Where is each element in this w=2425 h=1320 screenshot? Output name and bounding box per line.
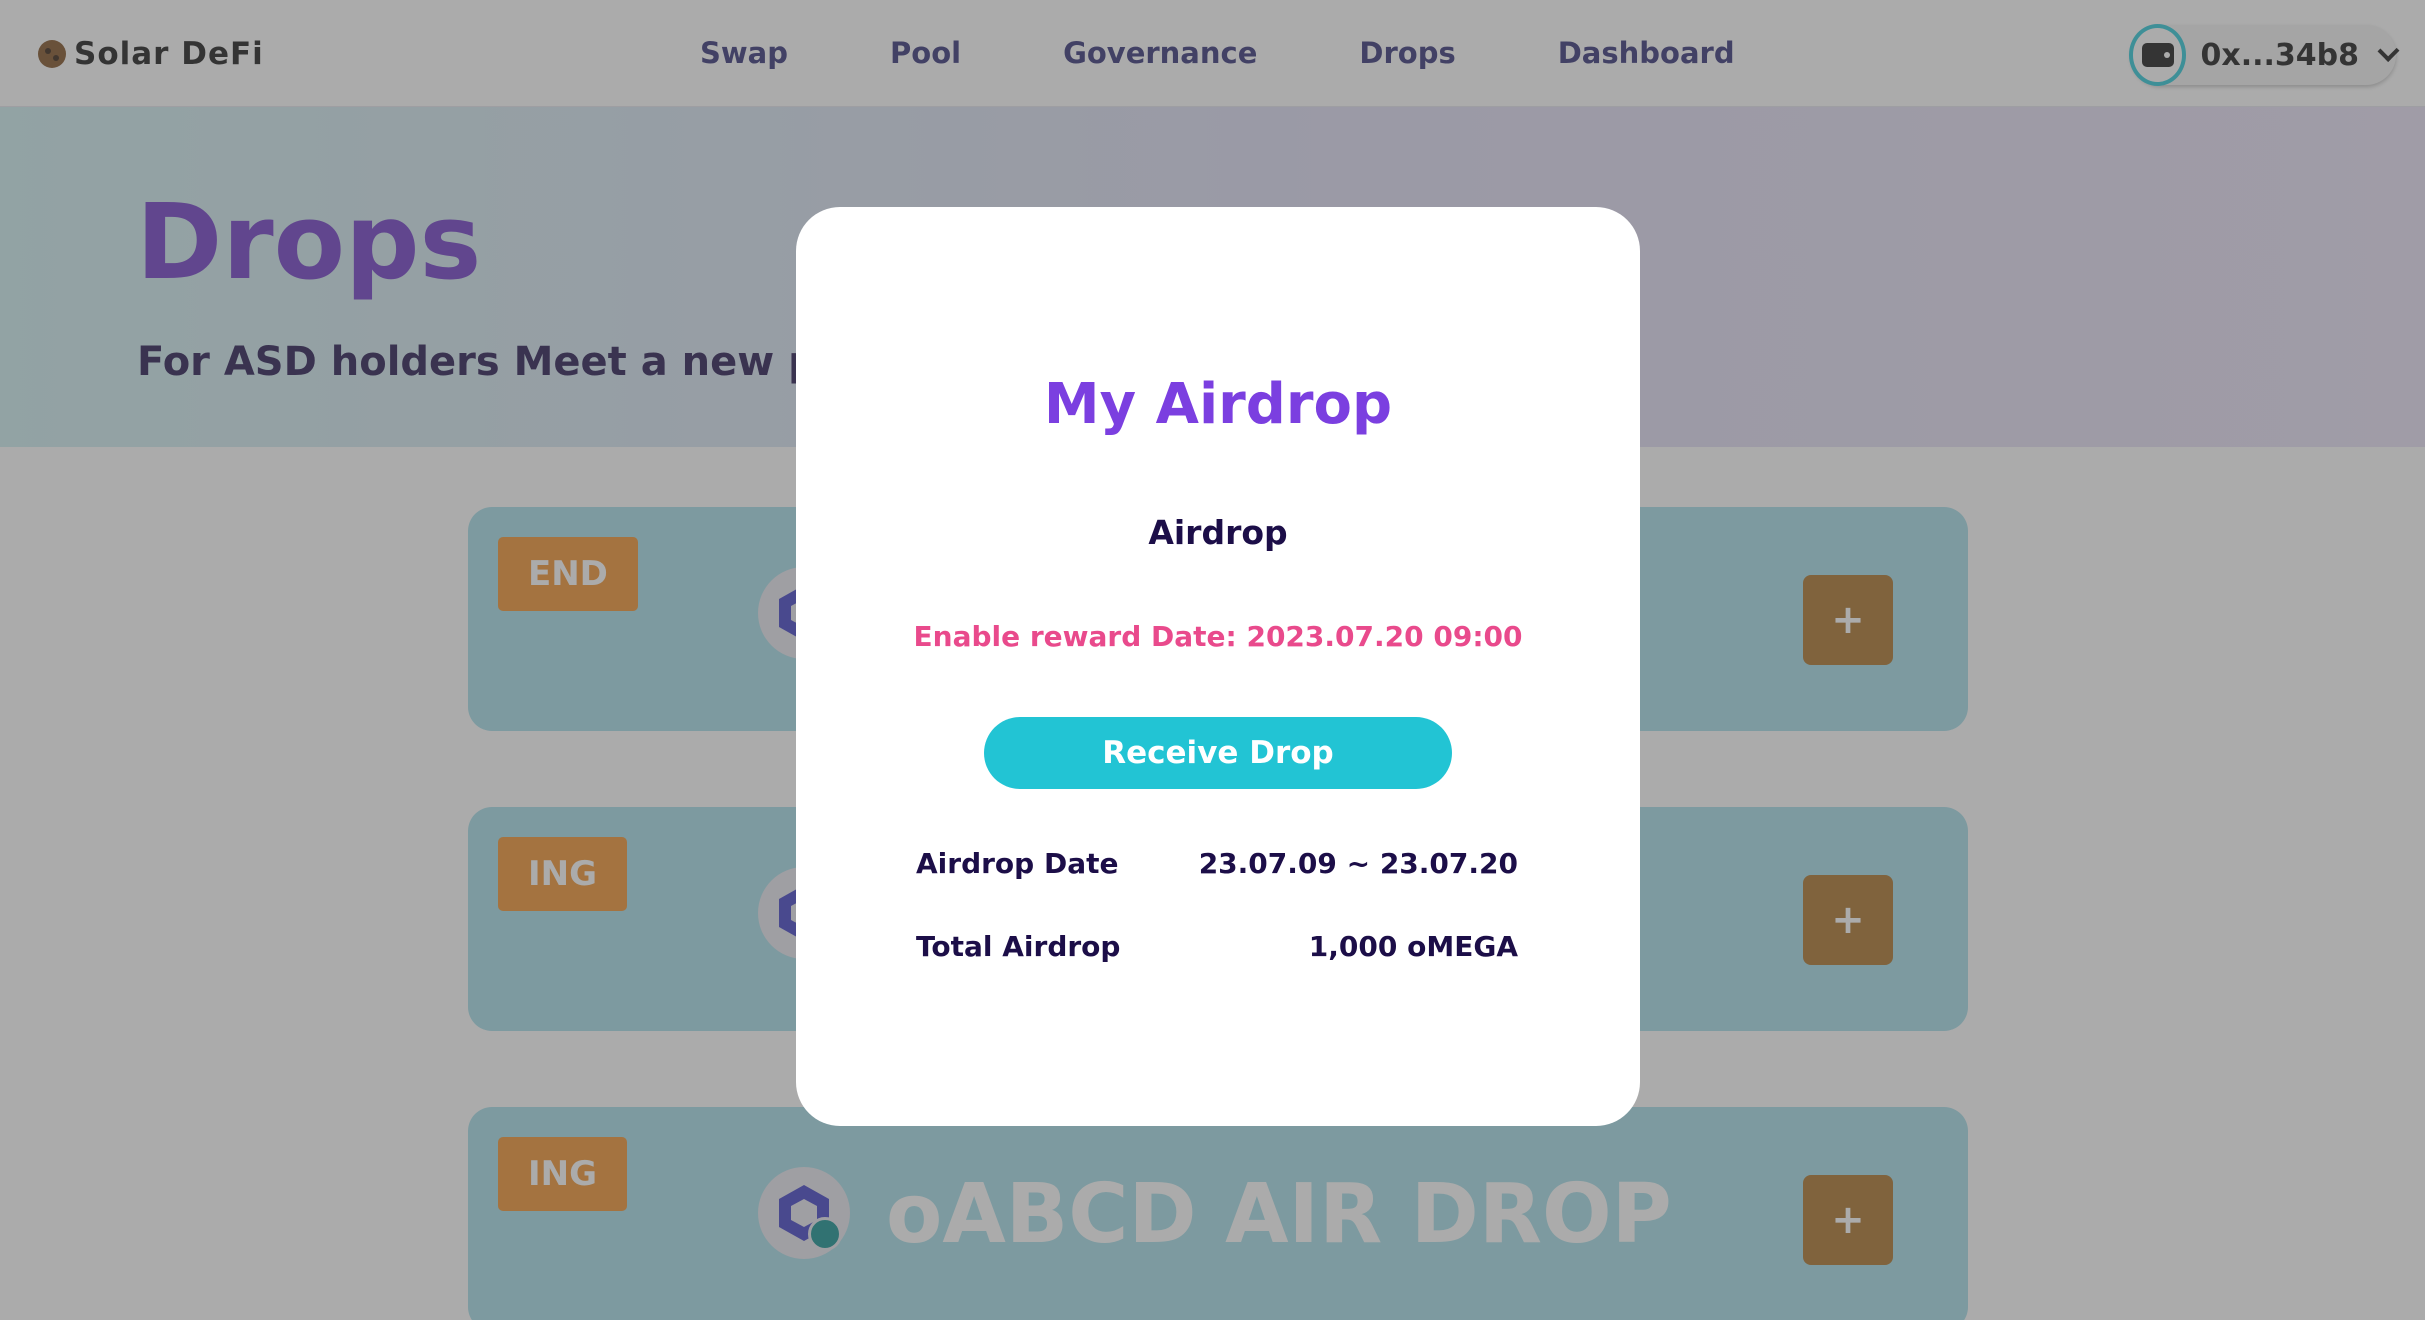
total-airdrop-label: Total Airdrop (916, 930, 1121, 963)
airdrop-date-value: 23.07.09 ~ 23.07.20 (1198, 847, 1518, 880)
reward-date: Enable reward Date: 2023.07.20 09:00 (913, 620, 1523, 653)
modal-subtitle: Airdrop (1148, 513, 1288, 552)
total-airdrop-value: 1,000 oMEGA (1308, 930, 1518, 963)
airdrop-modal: My Airdrop Airdrop Enable reward Date: 2… (796, 207, 1640, 1126)
airdrop-date-label: Airdrop Date (916, 847, 1119, 880)
total-airdrop-row: Total Airdrop 1,000 oMEGA (916, 930, 1518, 963)
receive-drop-button[interactable]: Receive Drop (984, 717, 1452, 789)
airdrop-date-row: Airdrop Date 23.07.09 ~ 23.07.20 (916, 847, 1518, 880)
modal-title: My Airdrop (1043, 372, 1393, 437)
